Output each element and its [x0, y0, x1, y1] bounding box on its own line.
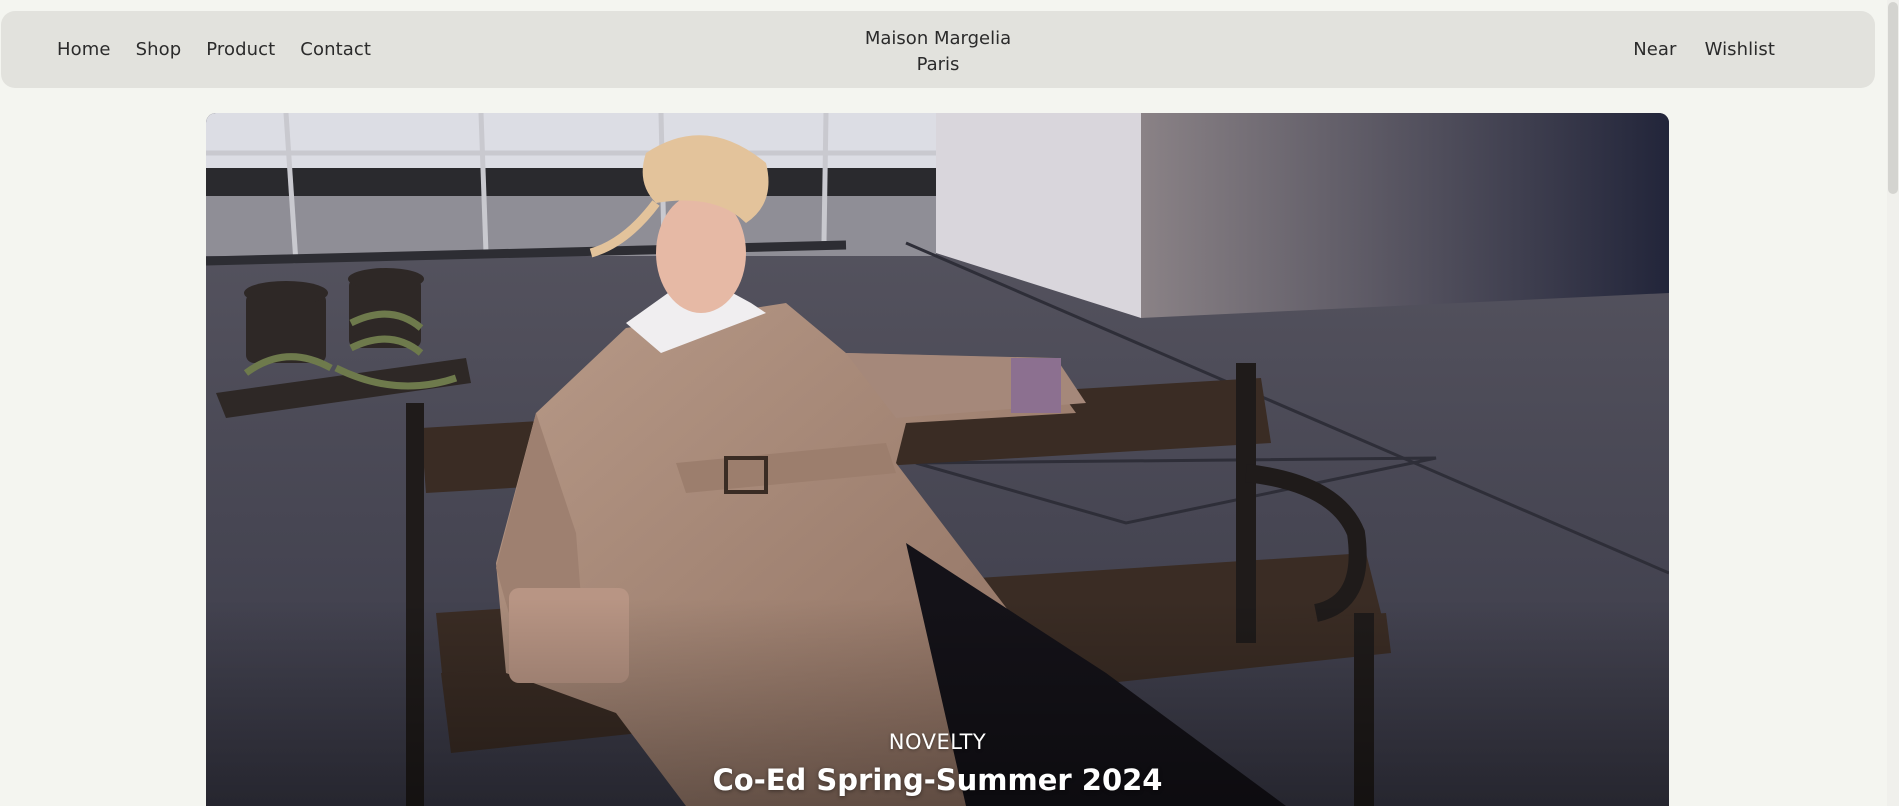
brand-logo[interactable]: Maison Margelia Paris [865, 26, 1011, 78]
nav-link-near[interactable]: Near [1633, 39, 1676, 60]
scrollbar-thumb[interactable] [1888, 2, 1898, 194]
vertical-scrollbar[interactable] [1887, 0, 1899, 806]
nav-link-wishlist[interactable]: Wishlist [1705, 39, 1775, 60]
top-navigation-bar: Home Shop Product Contact Maison Margeli… [1, 11, 1875, 88]
nav-link-contact[interactable]: Contact [300, 39, 371, 60]
hero-eyebrow: NOVELTY [888, 730, 987, 754]
nav-link-product[interactable]: Product [206, 39, 275, 60]
hero-image [206, 113, 1669, 806]
nav-link-home[interactable]: Home [57, 39, 111, 60]
primary-nav: Home Shop Product Contact [57, 11, 371, 88]
hero-caption: NOVELTY Co-Ed Spring-Summer 2024 [206, 728, 1669, 798]
nav-link-shop[interactable]: Shop [136, 39, 182, 60]
hero-title: Co-Ed Spring-Summer 2024 [712, 763, 1163, 797]
page: Home Shop Product Contact Maison Margeli… [0, 0, 1899, 806]
secondary-nav: Near Wishlist [1633, 11, 1775, 88]
brand-city: Paris [916, 54, 960, 75]
brand-name: Maison Margelia [864, 28, 1012, 49]
hero-banner[interactable]: NOVELTY Co-Ed Spring-Summer 2024 [206, 113, 1669, 806]
